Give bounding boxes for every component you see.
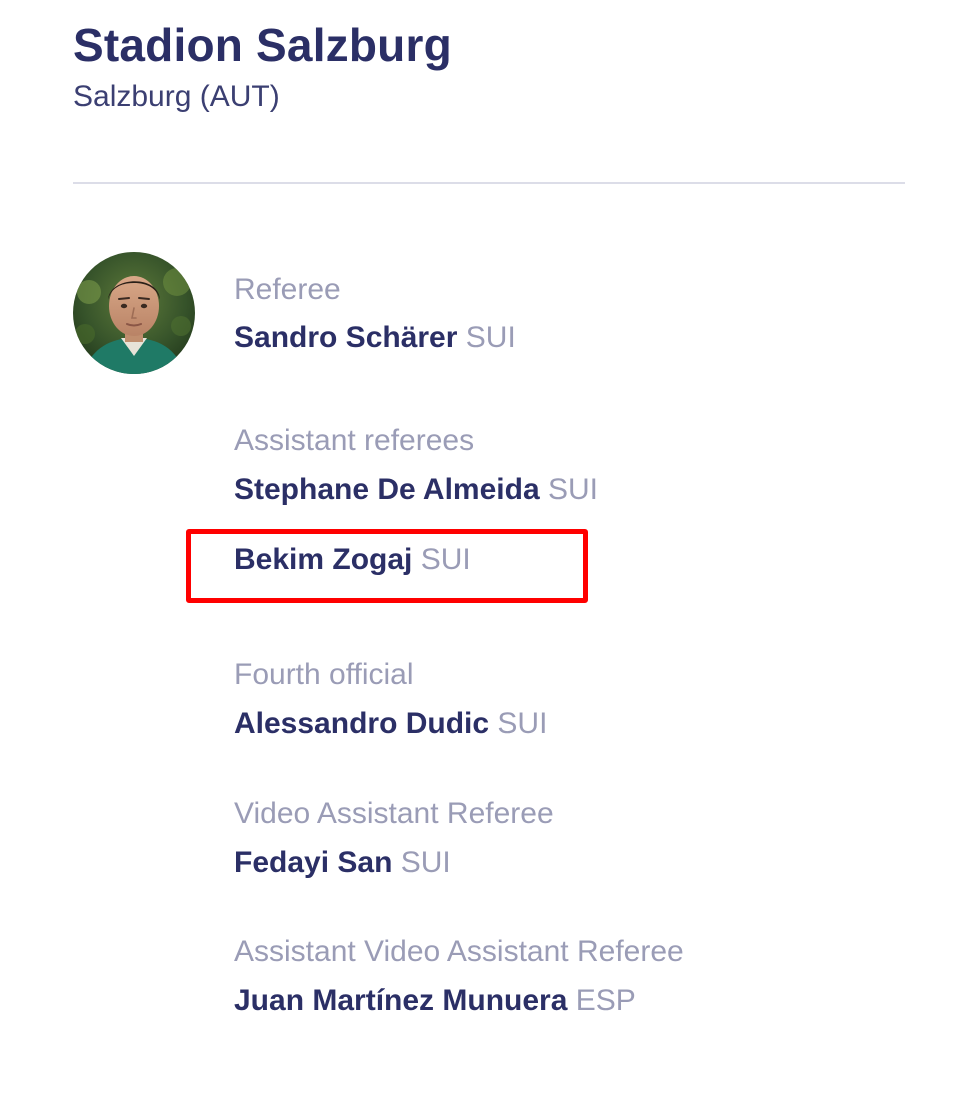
official-assistant-referee-1[interactable]: Stephane De Almeida SUI [234, 471, 598, 509]
official-nationality: SUI [547, 473, 598, 506]
official-name: Stephane De Almeida [234, 473, 540, 506]
official-name: Sandro Schärer [234, 321, 458, 354]
role-label-var: Video Assistant Referee [234, 797, 554, 830]
role-label-referee: Referee [234, 273, 341, 306]
official-avar[interactable]: Juan Martínez Munuera ESP [234, 982, 636, 1020]
venue-city: Salzburg (AUT) [73, 80, 280, 113]
official-name: Juan Martínez Munuera [234, 984, 568, 1017]
role-label-avar: Assistant Video Assistant Referee [234, 935, 684, 968]
venue-title: Stadion Salzburg [73, 19, 452, 71]
official-name: Alessandro Dudic [234, 707, 490, 740]
official-nationality: SUI [400, 846, 451, 879]
highlight-box [186, 529, 588, 603]
official-nationality: ESP [575, 984, 636, 1017]
official-name: Fedayi San [234, 846, 393, 879]
role-label-fourth-official: Fourth official [234, 658, 414, 691]
referee-avatar [73, 252, 195, 374]
official-fourth-official[interactable]: Alessandro Dudic SUI [234, 705, 547, 743]
official-nationality: SUI [465, 321, 516, 354]
section-divider [73, 182, 905, 184]
official-referee[interactable]: Sandro Schärer SUI [234, 319, 516, 357]
official-var[interactable]: Fedayi San SUI [234, 844, 451, 882]
role-label-assistant-referees: Assistant referees [234, 424, 475, 457]
official-nationality: SUI [497, 707, 548, 740]
